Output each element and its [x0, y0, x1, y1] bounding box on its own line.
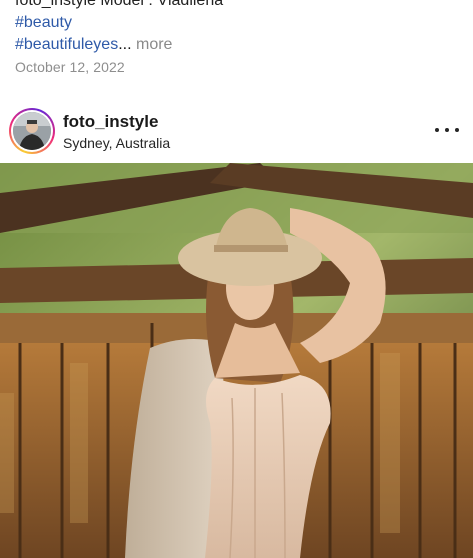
post-date: October 12, 2022	[15, 59, 125, 75]
caption-text: foto_instyle Model : Vladilena	[15, 0, 224, 9]
caption: foto_instyle Model : Vladilena #beauty #…	[15, 0, 465, 56]
ellipsis-horizontal-icon	[435, 128, 439, 132]
avatar[interactable]	[13, 112, 51, 150]
username[interactable]: foto_instyle	[63, 112, 158, 132]
more-options-button[interactable]	[435, 120, 459, 140]
post-image[interactable]	[0, 163, 473, 558]
location[interactable]: Sydney, Australia	[63, 135, 170, 151]
post-header: foto_instyle Sydney, Australia	[0, 100, 473, 162]
caption-ellipsis: ...	[118, 36, 132, 53]
more-link[interactable]: more	[136, 36, 172, 53]
hashtag-beautifuleyes[interactable]: #beautifuleyes	[15, 36, 118, 53]
hashtag-beauty[interactable]: #beauty	[15, 12, 465, 34]
story-ring[interactable]	[9, 108, 55, 154]
